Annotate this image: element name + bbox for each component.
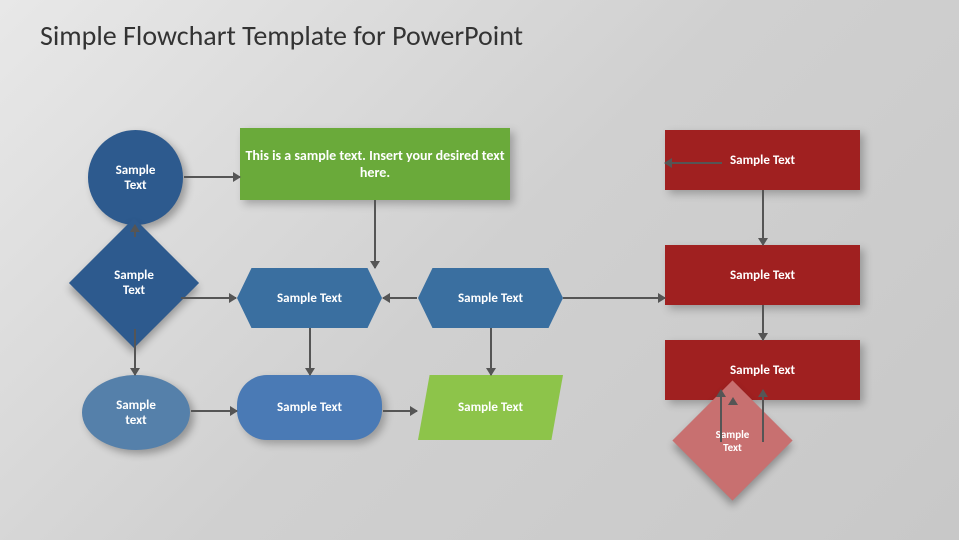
rounded-blue-label: Sample Text <box>277 400 342 415</box>
arrow-pink-up-2 <box>762 390 764 442</box>
hex-blue-right-shape: Sample Text <box>418 268 563 328</box>
arrow-red-to-green <box>665 162 722 164</box>
red-rect-mid-shape: Sample Text <box>665 245 860 305</box>
para-green-shape: Sample Text <box>418 375 563 440</box>
arrow-hex-right-to-left <box>383 297 417 299</box>
arrow-diamond-to-hex-left <box>181 297 236 299</box>
oval-blue-shape: Sampletext <box>82 375 190 450</box>
page-title: Simple Flowchart Template for PowerPoint <box>40 18 523 53</box>
arrow-diamond-to-circle <box>134 225 136 237</box>
arrow-red-mid-down <box>762 305 764 340</box>
red-rect-mid-label: Sample Text <box>730 268 795 283</box>
arrow-hex-to-red <box>563 297 665 299</box>
circle-shape: SampleText <box>88 130 183 225</box>
red-rect-bot-label: Sample Text <box>730 363 795 378</box>
arrow-rounded-to-para <box>383 410 417 412</box>
red-rect-top-label: Sample Text <box>730 153 795 168</box>
red-rect-top-shape: Sample Text <box>665 130 860 190</box>
hex-blue-left-shape: Sample Text <box>237 268 382 328</box>
arrow-red-top-down <box>762 190 764 245</box>
arrow-hex-right-down <box>490 328 492 375</box>
green-rect-label: This is a sample text. Insert your desir… <box>240 147 510 181</box>
arrow-pink-up-1 <box>720 390 722 442</box>
hex-blue-right-label: Sample Text <box>458 291 523 306</box>
circle-label: SampleText <box>116 163 156 193</box>
para-green-label: Sample Text <box>458 400 523 415</box>
arrow-circle-to-green <box>184 176 240 178</box>
hex-blue-left-label: Sample Text <box>277 291 342 306</box>
green-rect-shape: This is a sample text. Insert your desir… <box>240 128 510 200</box>
arrow-diamond-down <box>134 329 136 375</box>
arrow-hex-left-down <box>309 328 311 375</box>
arrow-oval-to-rounded <box>191 410 237 412</box>
arrow-green-down <box>374 200 376 268</box>
diamond-blue-label: SampleText <box>114 268 154 298</box>
rounded-blue-shape: Sample Text <box>237 375 382 440</box>
oval-blue-label: Sampletext <box>116 398 156 428</box>
